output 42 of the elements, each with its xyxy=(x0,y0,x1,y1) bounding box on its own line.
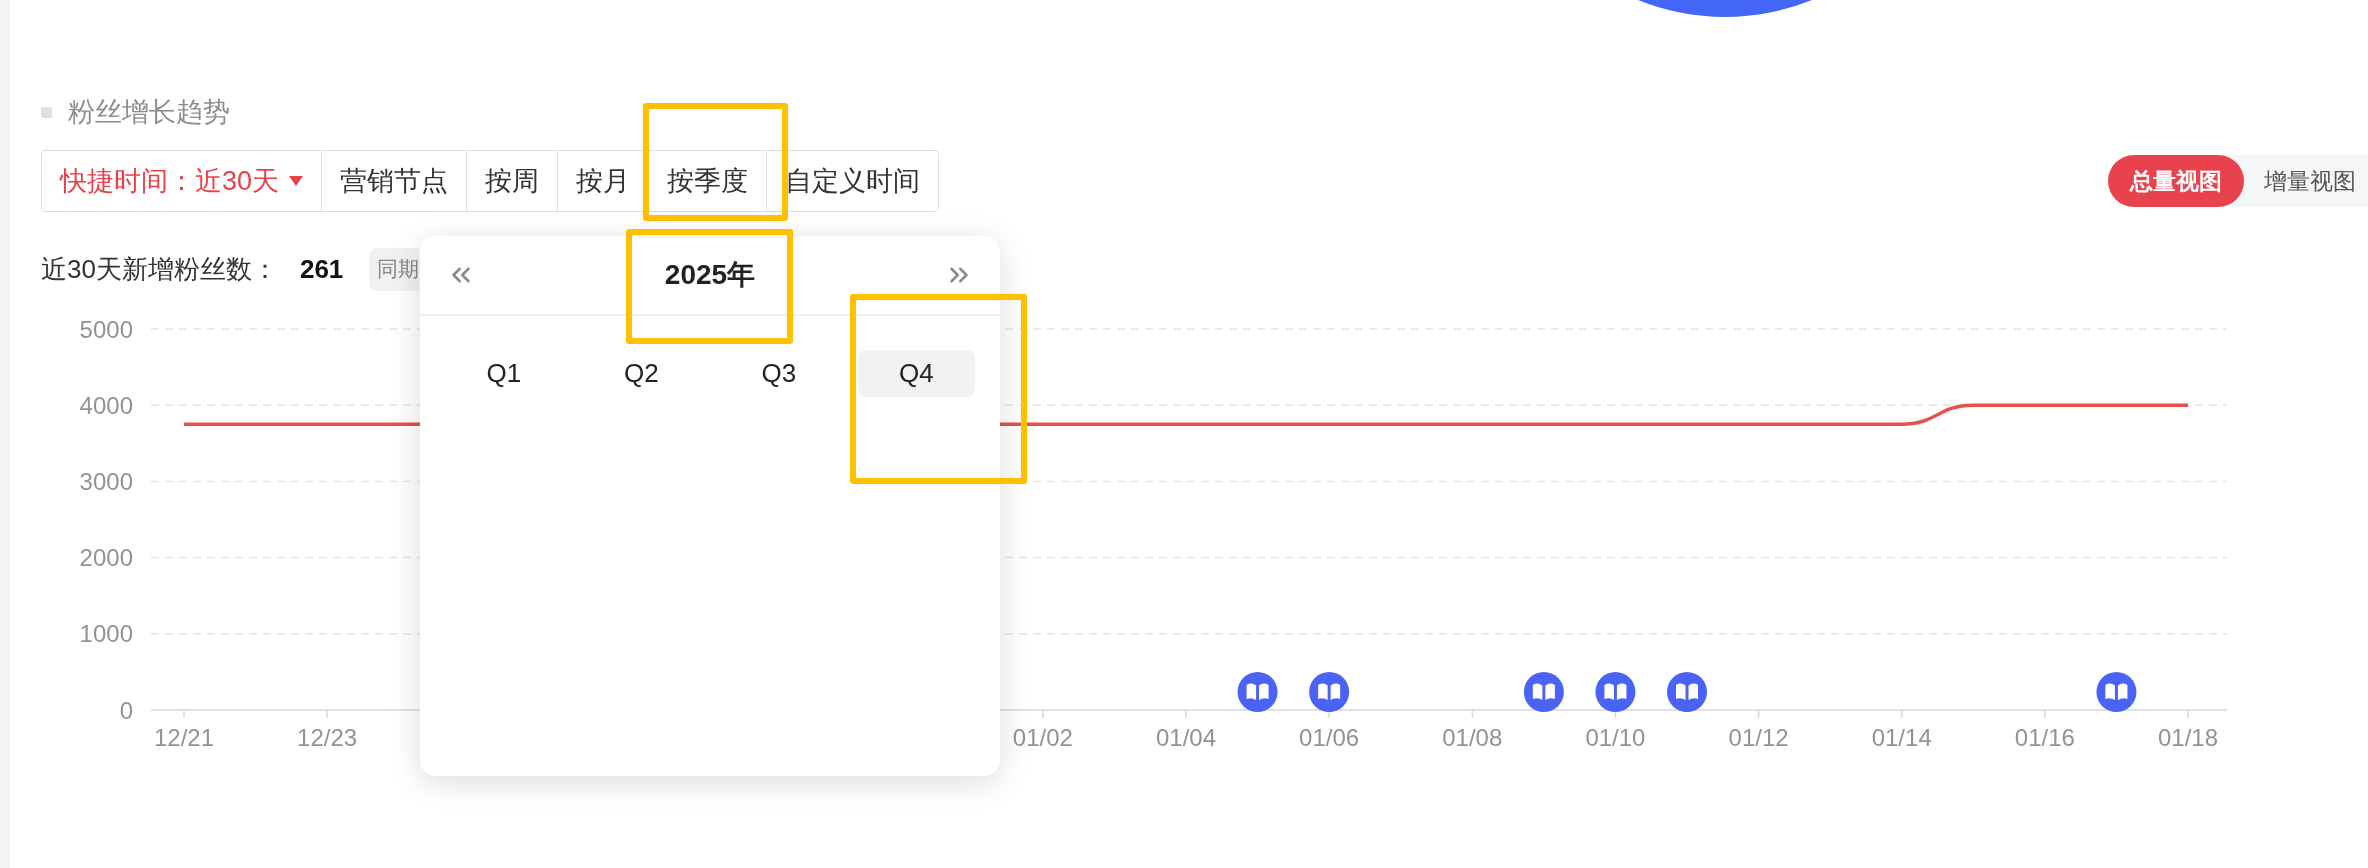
bullet-icon xyxy=(41,106,52,118)
toolbar-tab[interactable]: 营销节点 xyxy=(321,151,467,211)
axis-label: 5000 xyxy=(79,315,133,343)
view-tab[interactable]: 增量视图 xyxy=(2244,155,2368,207)
axis-label: 01/08 xyxy=(1442,723,1503,751)
axis-label: 01/12 xyxy=(1728,723,1789,751)
comparison-tag: 同期 xyxy=(369,247,420,291)
view-tab[interactable]: 总量视图 xyxy=(2108,155,2244,207)
quarter-option[interactable]: Q3 xyxy=(720,350,838,397)
axis-label: 01/14 xyxy=(1871,723,1932,751)
book-marker-icon[interactable] xyxy=(2096,672,2137,712)
stat-value: 261 xyxy=(299,252,344,286)
quarter-option[interactable]: Q2 xyxy=(582,350,700,397)
book-marker-icon[interactable] xyxy=(1667,672,1707,712)
axis-label: 01/06 xyxy=(1299,723,1360,751)
toolbar-tab[interactable]: 自定义时间 xyxy=(766,151,939,211)
axis-label: 4000 xyxy=(79,391,133,419)
toolbar-tab[interactable]: 按季度 xyxy=(648,151,767,211)
section-title: 粉丝增长趋势 xyxy=(68,95,230,129)
quarter-option[interactable]: Q1 xyxy=(445,350,563,397)
axis-label: 1000 xyxy=(79,620,133,648)
caret-down-icon xyxy=(289,176,304,186)
axis-label: 01/02 xyxy=(1012,723,1073,751)
axis-label: 01/04 xyxy=(1155,723,1217,751)
axis-label: 01/16 xyxy=(2014,723,2075,751)
quarter-option[interactable]: Q4 xyxy=(857,350,975,397)
axis-label: 3000 xyxy=(79,467,133,495)
axis-label: 12/21 xyxy=(153,723,215,751)
year-title: 2025年 xyxy=(664,258,756,292)
toolbar-tab[interactable]: 按周 xyxy=(466,151,558,211)
axis-label: 12/23 xyxy=(297,723,358,751)
axis-label: 01/18 xyxy=(2157,723,2219,751)
book-marker-icon[interactable] xyxy=(1237,672,1278,712)
book-marker-icon[interactable] xyxy=(1309,672,1350,712)
toolbar-tab[interactable]: 按月 xyxy=(557,151,649,211)
axis-label: 2000 xyxy=(79,544,133,572)
book-marker-icon[interactable] xyxy=(1523,672,1564,712)
stat-label: 近30天新增粉丝数： xyxy=(41,252,278,286)
axis-label: 0 xyxy=(119,696,133,724)
book-marker-icon[interactable] xyxy=(1595,672,1636,712)
quick-time-dropdown[interactable]: 快捷时间：近30天 xyxy=(42,151,322,211)
axis-label: 01/10 xyxy=(1585,723,1646,751)
